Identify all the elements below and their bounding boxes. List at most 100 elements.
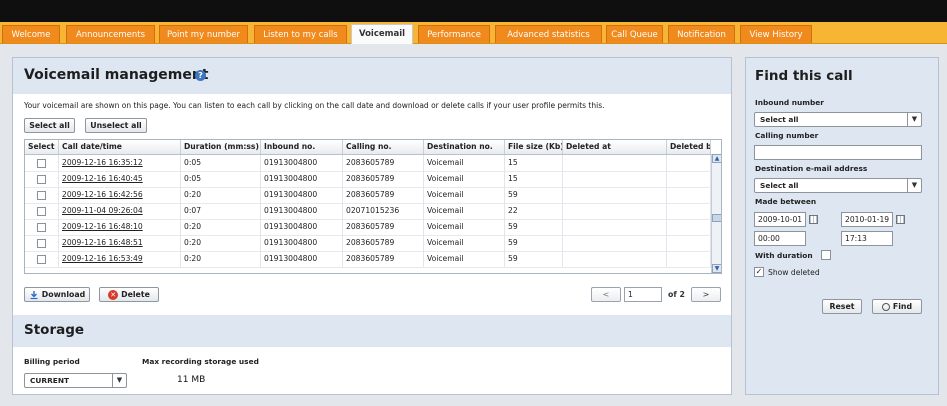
column-header[interactable]: File size (Kb) [505, 140, 563, 154]
table-row[interactable]: 2009-12-16 16:48:10 0:20 01913004800 208360… [25, 219, 711, 236]
search-icon [881, 303, 890, 311]
inbound-number-value: Select all [760, 115, 799, 124]
column-header[interactable]: Select [25, 140, 59, 154]
tab-announcements[interactable]: Announcements [66, 25, 155, 43]
column-header[interactable]: Destination no. [424, 140, 505, 154]
row-checkbox[interactable] [37, 206, 46, 216]
select-cell [25, 235, 59, 251]
column-header[interactable]: Inbound no. [261, 140, 343, 154]
tab-welcome[interactable]: Welcome [2, 25, 60, 43]
help-icon[interactable]: ? [195, 70, 206, 81]
destination-email-label: Destination e-mail address [755, 164, 868, 173]
tab-call-queue[interactable]: Call Queue [606, 25, 663, 43]
tab-listen-to-my-calls[interactable]: Listen to my calls [254, 25, 347, 43]
row-checkbox[interactable] [37, 158, 46, 168]
call-date-link[interactable]: 2009-12-16 16:53:49 [62, 254, 143, 263]
row-checkbox[interactable] [37, 190, 46, 200]
row-checkbox[interactable] [37, 174, 46, 184]
billing-period-select[interactable]: CURRENT ▼ [24, 373, 127, 388]
table-row[interactable]: 2009-11-04 09:26:04 0:07 01913004800 020710… [25, 203, 711, 220]
cell-date: 2009-12-16 16:35:12 [59, 155, 181, 171]
cell-deleted-at [563, 203, 667, 219]
table-row[interactable]: 2009-12-16 16:42:56 0:20 01913004800 208360… [25, 187, 711, 204]
cell-deleted-at [563, 251, 667, 267]
calling-number-input[interactable] [754, 145, 922, 160]
date-to-input[interactable]: 2010-01-19 [841, 212, 893, 227]
select-cell [25, 187, 59, 203]
date-from-input[interactable]: 2009-10-01 [754, 212, 806, 227]
cell-deleted-by [667, 235, 711, 251]
with-duration-checkbox[interactable] [821, 250, 831, 260]
scroll-thumb[interactable] [712, 214, 721, 222]
cell-date: 2009-12-16 16:48:51 [59, 235, 181, 251]
tab-voicemail[interactable]: Voicemail [351, 24, 413, 44]
inbound-number-select[interactable]: Select all ▼ [754, 112, 922, 127]
destination-email-select[interactable]: Select all ▼ [754, 178, 922, 193]
column-header[interactable]: Duration (mm:ss) [181, 140, 261, 154]
table-row[interactable]: 2009-12-16 16:35:12 0:05 01913004800 208360… [25, 155, 711, 172]
scroll-up-icon[interactable]: ▲ [712, 154, 721, 163]
call-date-link[interactable]: 2009-11-04 09:26:04 [62, 206, 143, 215]
cell-date: 2009-11-04 09:26:04 [59, 203, 181, 219]
delete-button[interactable]: ✕ Delete [99, 287, 159, 302]
column-header[interactable]: Deleted at [563, 140, 667, 154]
cell-date: 2009-12-16 16:42:56 [59, 187, 181, 203]
call-date-link[interactable]: 2009-12-16 16:35:12 [62, 158, 143, 167]
table-row[interactable]: 2009-12-16 16:48:51 0:20 01913004800 208360… [25, 235, 711, 252]
reset-button[interactable]: Reset [822, 299, 862, 314]
cell-deleted-by [667, 203, 711, 219]
table-row[interactable]: 2009-12-16 16:53:49 0:20 01913004800 208360… [25, 251, 711, 268]
tab-point-my-number[interactable]: Point my number [159, 25, 248, 43]
select-cell [25, 155, 59, 171]
cell-date: 2009-12-16 16:48:10 [59, 219, 181, 235]
prev-page-button[interactable]: < [591, 287, 621, 302]
chevron-down-icon: ▼ [112, 374, 126, 387]
cell-duration: 0:20 [181, 235, 261, 251]
select-all-button[interactable]: Select all [24, 118, 75, 133]
column-header[interactable]: Call date/time [59, 140, 181, 154]
top-bar [0, 0, 947, 22]
next-page-button[interactable]: > [691, 287, 721, 302]
storage-title: Storage [24, 322, 85, 338]
calendar-icon[interactable] [896, 215, 905, 224]
tab-advanced-statistics[interactable]: Advanced statistics [495, 25, 602, 43]
call-date-link[interactable]: 2009-12-16 16:48:10 [62, 222, 143, 231]
calendar-icon[interactable] [809, 215, 818, 224]
scroll-down-icon[interactable]: ▼ [712, 264, 721, 273]
column-header[interactable]: Deleted by [667, 140, 711, 154]
time-to-input[interactable]: 17:13 [841, 231, 893, 246]
table-row[interactable]: 2009-12-16 16:40:45 0:05 01913004800 208360… [25, 171, 711, 188]
cell-duration: 0:05 [181, 155, 261, 171]
table-header: Select Call date/time Duration (mm:ss) Inbo… [25, 140, 711, 155]
download-icon [30, 291, 38, 300]
voicemail-table: Select Call date/time Duration (mm:ss) Inbo… [24, 139, 722, 274]
find-button[interactable]: Find [872, 299, 922, 314]
column-header[interactable]: Calling no. [343, 140, 424, 154]
download-button[interactable]: Download [24, 287, 90, 302]
row-checkbox[interactable] [37, 254, 46, 264]
cell-size: 59 [505, 219, 563, 235]
select-cell [25, 219, 59, 235]
unselect-all-button[interactable]: Unselect all [85, 118, 147, 133]
table-scrollbar[interactable]: ▲ ▼ [711, 154, 721, 273]
chevron-down-icon: ▼ [907, 113, 921, 126]
call-date-link[interactable]: 2009-12-16 16:40:45 [62, 174, 143, 183]
find-title: Find this call [755, 68, 853, 84]
cell-deleted-at [563, 219, 667, 235]
show-deleted-checkbox[interactable]: ✓ [754, 267, 764, 277]
tab-view-history[interactable]: View History [740, 25, 812, 43]
call-date-link[interactable]: 2009-12-16 16:48:51 [62, 238, 143, 247]
cell-inbound: 01913004800 [261, 187, 343, 203]
row-checkbox[interactable] [37, 238, 46, 248]
page-title: Voicemail management [24, 67, 209, 83]
row-checkbox[interactable] [37, 222, 46, 232]
calling-number-label: Calling number [755, 131, 819, 140]
page-number-input[interactable]: 1 [624, 287, 662, 302]
time-from-input[interactable]: 00:00 [754, 231, 806, 246]
tab-performance[interactable]: Performance [418, 25, 490, 43]
call-date-link[interactable]: 2009-12-16 16:42:56 [62, 190, 143, 199]
cell-deleted-at [563, 187, 667, 203]
cell-inbound: 01913004800 [261, 235, 343, 251]
tab-notification[interactable]: Notification [668, 25, 735, 43]
cell-date: 2009-12-16 16:40:45 [59, 171, 181, 187]
